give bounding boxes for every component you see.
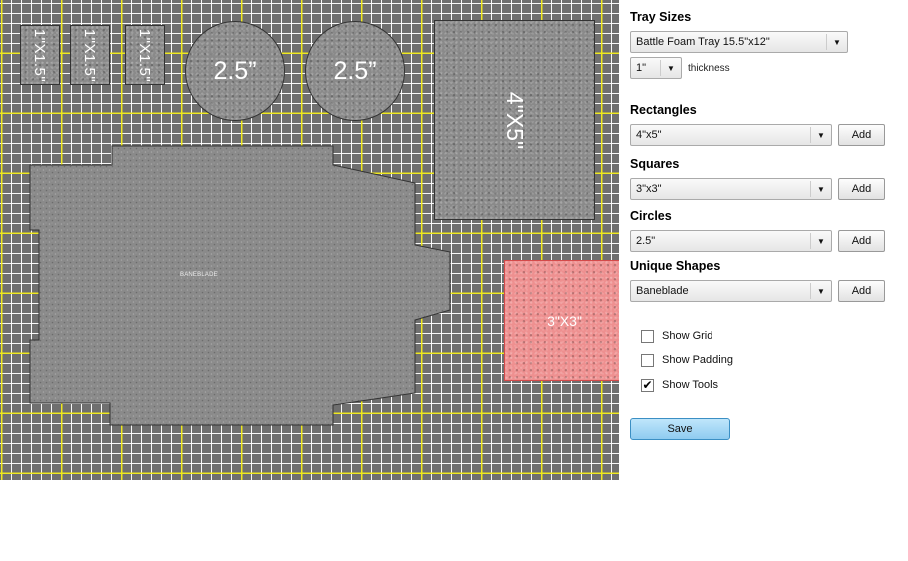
chevron-down-icon: ▼ (826, 34, 847, 50)
chevron-down-icon: ▼ (660, 60, 681, 76)
checkmark-icon: ✔ (642, 378, 653, 392)
chevron-down-icon: ▼ (810, 181, 831, 197)
baneblade-label: BANEBLADE (180, 272, 218, 278)
tray-sizes-heading: Tray Sizes (630, 10, 692, 24)
thickness-label: thickness (688, 63, 730, 74)
show-padding-label: Show Padding (662, 354, 733, 366)
rectangles-select[interactable]: 4"x5" ▼ (630, 124, 832, 146)
add-rectangle-button[interactable]: Add (838, 124, 885, 146)
chevron-down-icon: ▼ (810, 283, 831, 299)
circles-select[interactable]: 2.5" ▼ (630, 230, 832, 252)
unique-shapes-value: Baneblade (636, 285, 689, 297)
show-tools-option[interactable]: ✔ Show Tools (641, 377, 720, 393)
tray-size-value: Battle Foam Tray 15.5"x12" (636, 36, 770, 48)
tray-size-select[interactable]: Battle Foam Tray 15.5"x12" ▼ (630, 31, 848, 53)
show-tools-checkbox[interactable]: ✔ (641, 378, 654, 392)
show-grid-label: Show Grid (662, 330, 712, 342)
selected-square-label: 3"X3" (547, 312, 582, 329)
thickness-value: 1" (636, 62, 647, 74)
circles-heading: Circles (630, 209, 672, 223)
chevron-down-icon: ▼ (810, 233, 831, 249)
tray-canvas[interactable]: 1"X1.5" 1"X1.5" 1"X1.5" 2.5” 2.5” 4"X5" … (0, 0, 619, 480)
show-padding-option[interactable]: Show Padding (641, 352, 734, 368)
show-grid-option[interactable]: Show Grid (641, 328, 712, 344)
show-padding-checkbox[interactable] (641, 353, 654, 367)
rectangles-value: 4"x5" (636, 129, 662, 141)
squares-heading: Squares (630, 157, 680, 171)
show-tools-label: Show Tools (662, 379, 719, 391)
chevron-down-icon: ▼ (810, 127, 831, 143)
thickness-select[interactable]: 1" ▼ (630, 57, 682, 79)
circles-value: 2.5" (636, 235, 656, 247)
rectangles-heading: Rectangles (630, 103, 697, 117)
unique-shapes-heading: Unique Shapes (630, 259, 721, 273)
selected-square-3x3[interactable]: 3"X3" (504, 260, 619, 381)
baneblade-shape[interactable] (0, 0, 619, 480)
add-square-button[interactable]: Add (838, 178, 885, 200)
show-grid-checkbox[interactable] (641, 329, 654, 343)
add-circle-button[interactable]: Add (838, 230, 885, 252)
unique-shapes-select[interactable]: Baneblade ▼ (630, 280, 832, 302)
save-button[interactable]: Save (630, 418, 730, 440)
squares-value: 3"x3" (636, 183, 662, 195)
squares-select[interactable]: 3"x3" ▼ (630, 178, 832, 200)
add-unique-shape-button[interactable]: Add (838, 280, 885, 302)
